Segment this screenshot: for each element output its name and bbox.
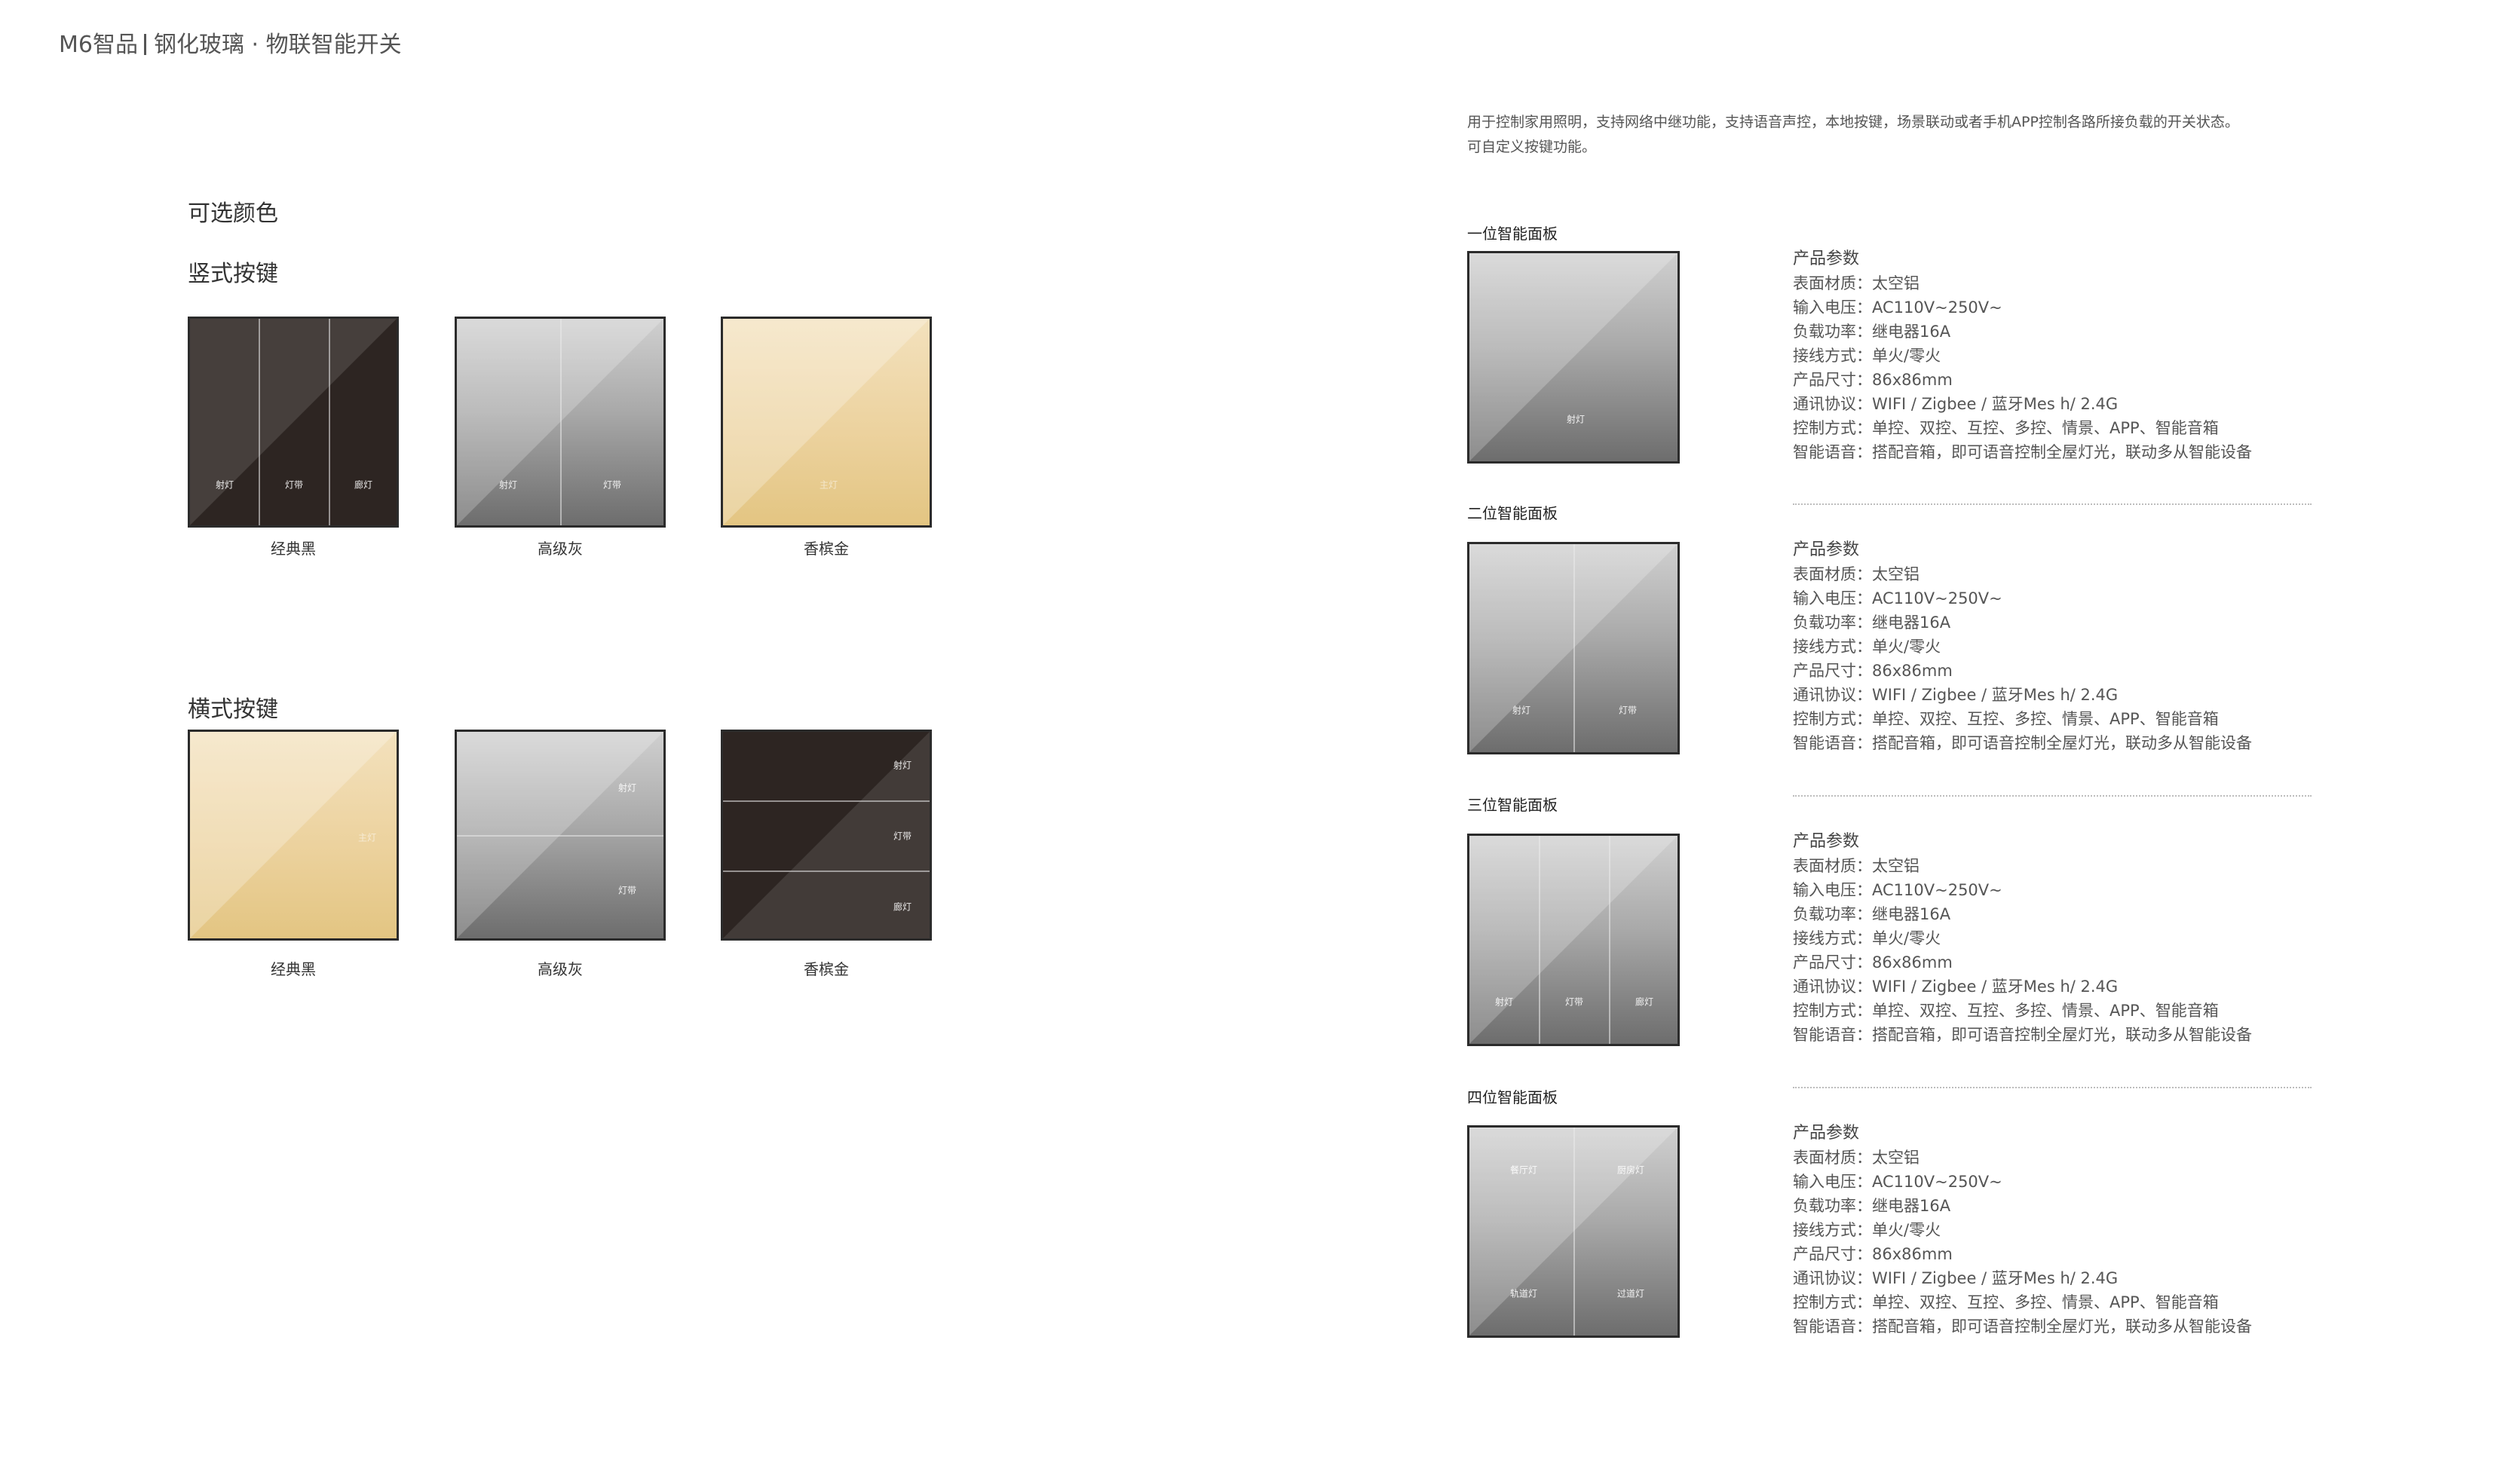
product-title: 二位智能面板 [1467, 504, 1558, 522]
button-label: 射灯 [498, 479, 518, 491]
spec-row: 通讯协议：WIFI / Zigbee / 蓝牙Mes h/ 2.4G [1793, 395, 2119, 413]
specs-title: 产品参数 [1793, 249, 1860, 268]
spec-row: 智能语音：搭配音箱，即可语音控制全屋灯光，联动多从智能设备 [1793, 1026, 2252, 1044]
button-label: 过道灯 [1616, 1288, 1645, 1299]
spec-row: 表面材质：太空铝 [1793, 857, 1920, 875]
spec-row: 输入电压：AC110V~250V~ [1793, 881, 2002, 899]
specs-title: 产品参数 [1793, 540, 1860, 559]
button-label: 射灯 [1566, 414, 1586, 425]
spec-row: 负载功率：继电器16A [1793, 1197, 1951, 1215]
product-specs: 产品参数 表面材质：太空铝 输入电压：AC110V~250V~ 负载功率：继电器… [1793, 538, 2252, 755]
horizontal-panel-gray: 射灯 灯带 [455, 730, 666, 941]
vertical-panel-black: 射灯 灯带 廊灯 [188, 317, 399, 528]
product-panel-3-gang: 射灯 灯带 廊灯 [1467, 834, 1680, 1046]
spec-row: 表面材质：太空铝 [1793, 1149, 1920, 1167]
product-title: 三位智能面板 [1467, 796, 1558, 814]
product-specs: 产品参数 表面材质：太空铝 输入电压：AC110V~250V~ 负载功率：继电器… [1793, 1121, 2252, 1339]
button-label: 射灯 [1512, 705, 1531, 716]
panel-caption: 高级灰 [538, 960, 583, 978]
spec-row: 负载功率：继电器16A [1793, 323, 1951, 341]
gloss-reflection [190, 319, 397, 525]
spec-row: 输入电压：AC110V~250V~ [1793, 1173, 2002, 1191]
spec-row: 输入电压：AC110V~250V~ [1793, 589, 2002, 607]
panel-caption: 香槟金 [804, 960, 849, 978]
spec-row: 控制方式：单控、双控、互控、多控、情景、APP、智能音箱 [1793, 1002, 2219, 1020]
button-label: 灯带 [893, 831, 912, 842]
spec-row: 接线方式：单火/零火 [1793, 347, 1941, 365]
button-label: 轨道灯 [1509, 1288, 1538, 1299]
gloss-reflection [1469, 836, 1677, 1044]
spec-row: 负载功率：继电器16A [1793, 613, 1951, 632]
button-label: 灯带 [1618, 705, 1638, 716]
button-label: 餐厅灯 [1509, 1164, 1538, 1176]
gloss-reflection [1469, 253, 1677, 461]
horizontal-panel-black: 射灯 灯带 廊灯 [721, 730, 932, 941]
product-panel-4-gang: 餐厅灯 厨房灯 轨道灯 过道灯 [1467, 1125, 1680, 1338]
spec-row: 负载功率：继电器16A [1793, 905, 1951, 923]
horizontal-panel-gold: 主灯 [188, 730, 399, 941]
button-label: 灯带 [284, 479, 304, 491]
button-label: 射灯 [1494, 996, 1514, 1008]
button-label: 厨房灯 [1616, 1164, 1645, 1176]
intro-line: 可自定义按键功能。 [1467, 139, 1597, 155]
intro-text: 用于控制家用照明，支持网络中继功能，支持语音声控，本地按键，场景联动或者手机AP… [1467, 110, 2239, 160]
button-label: 灯带 [1564, 996, 1584, 1008]
spec-row: 产品尺寸：86x86mm [1793, 371, 1953, 389]
separator-line [1793, 795, 2312, 797]
button-label: 主灯 [357, 832, 377, 843]
spec-row: 接线方式：单火/零火 [1793, 1221, 1941, 1239]
panel-caption: 高级灰 [538, 540, 583, 558]
separator-line [1793, 1087, 2312, 1088]
intro-line: 用于控制家用照明，支持网络中继功能，支持语音声控，本地按键，场景联动或者手机AP… [1467, 114, 2239, 130]
spec-row: 智能语音：搭配音箱，即可语音控制全屋灯光，联动多从智能设备 [1793, 443, 2252, 461]
spec-row: 通讯协议：WIFI / Zigbee / 蓝牙Mes h/ 2.4G [1793, 686, 2119, 704]
horizontal-keys-title: 横式按键 [188, 696, 278, 723]
button-label: 射灯 [617, 782, 637, 794]
spec-row: 表面材质：太空铝 [1793, 565, 1920, 583]
spec-row: 输入电压：AC110V~250V~ [1793, 298, 2002, 317]
product-specs: 产品参数 表面材质：太空铝 输入电压：AC110V~250V~ 负载功率：继电器… [1793, 830, 2252, 1047]
spec-row: 产品尺寸：86x86mm [1793, 1245, 1953, 1263]
spec-row: 通讯协议：WIFI / Zigbee / 蓝牙Mes h/ 2.4G [1793, 978, 2119, 996]
vertical-panel-gold: 主灯 [721, 317, 932, 528]
product-title: 四位智能面板 [1467, 1088, 1558, 1106]
header-title: 钢化玻璃 · 物联智能开关 [153, 32, 402, 58]
spec-row: 产品尺寸：86x86mm [1793, 662, 1953, 680]
button-label: 灯带 [617, 885, 637, 896]
button-label: 廊灯 [1635, 996, 1654, 1008]
page-header: M6智品 钢化玻璃 · 物联智能开关 [59, 26, 402, 59]
button-label: 射灯 [893, 760, 912, 771]
separator-line [1793, 503, 2312, 505]
button-label: 廊灯 [893, 901, 912, 913]
spec-row: 控制方式：单控、双控、互控、多控、情景、APP、智能音箱 [1793, 710, 2219, 728]
spec-row: 控制方式：单控、双控、互控、多控、情景、APP、智能音箱 [1793, 1293, 2219, 1311]
header-divider [143, 34, 146, 55]
spec-row: 通讯协议：WIFI / Zigbee / 蓝牙Mes h/ 2.4G [1793, 1269, 2119, 1287]
product-panel-2-gang: 射灯 灯带 [1467, 542, 1680, 754]
button-label: 灯带 [602, 479, 622, 491]
product-specs: 产品参数 表面材质：太空铝 输入电压：AC110V~250V~ 负载功率：继电器… [1793, 247, 2252, 464]
vertical-panel-gray: 射灯 灯带 [455, 317, 666, 528]
panel-caption: 经典黑 [271, 540, 316, 558]
specs-title: 产品参数 [1793, 1124, 1860, 1143]
panel-caption: 香槟金 [804, 540, 849, 558]
vertical-keys-title: 竖式按键 [188, 261, 278, 287]
spec-row: 控制方式：单控、双控、互控、多控、情景、APP、智能音箱 [1793, 419, 2219, 437]
product-title: 一位智能面板 [1467, 225, 1558, 243]
spec-row: 产品尺寸：86x86mm [1793, 953, 1953, 971]
panel-caption: 经典黑 [271, 960, 316, 978]
spec-row: 表面材质：太空铝 [1793, 274, 1920, 292]
spec-row: 智能语音：搭配音箱，即可语音控制全屋灯光，联动多从智能设备 [1793, 1317, 2252, 1336]
spec-row: 接线方式：单火/零火 [1793, 929, 1941, 947]
button-label: 射灯 [215, 479, 234, 491]
button-label: 廊灯 [354, 479, 373, 491]
brand-name: M6智品 [59, 32, 138, 58]
gloss-reflection [723, 319, 930, 525]
spec-row: 智能语音：搭配音箱，即可语音控制全屋灯光，联动多从智能设备 [1793, 734, 2252, 752]
specs-title: 产品参数 [1793, 832, 1860, 851]
button-label: 主灯 [819, 479, 838, 491]
product-panel-1-gang: 射灯 [1467, 251, 1680, 464]
spec-row: 接线方式：单火/零火 [1793, 638, 1941, 656]
colors-title: 可选颜色 [188, 200, 278, 227]
